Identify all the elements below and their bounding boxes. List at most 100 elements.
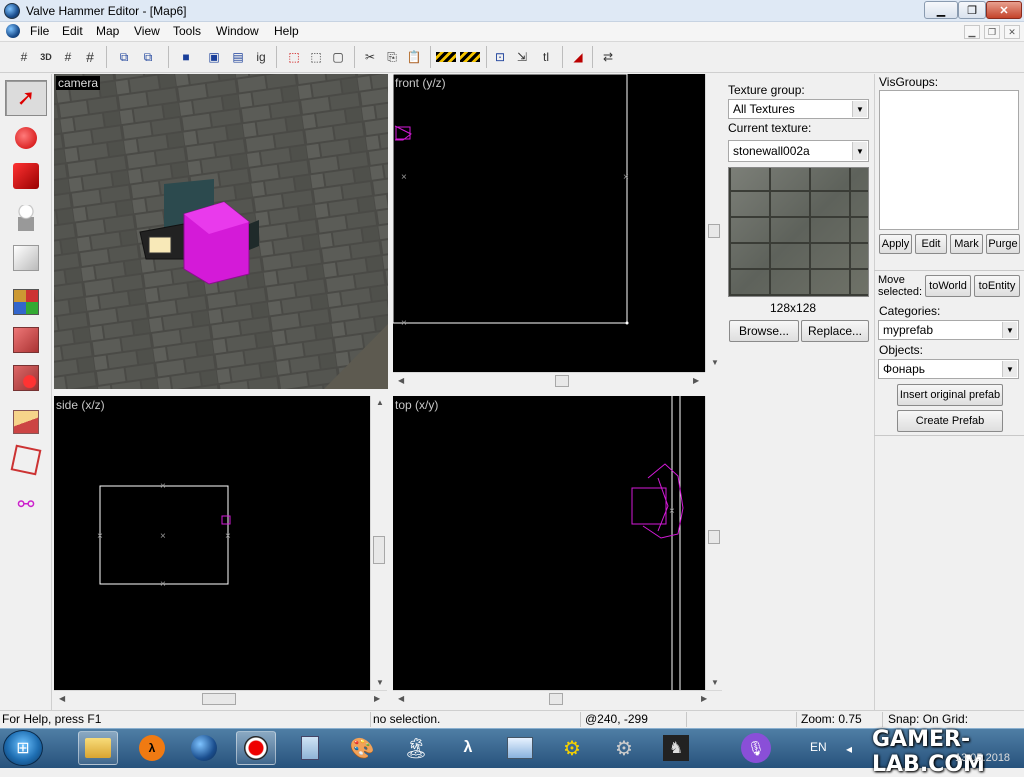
- decal-tool[interactable]: [5, 360, 47, 396]
- mdi-close-button[interactable]: ✕: [1004, 25, 1020, 39]
- taskbar-record[interactable]: [236, 731, 276, 765]
- menu-window[interactable]: Window: [214, 24, 261, 38]
- mdi-minimize-button[interactable]: ▁: [964, 25, 980, 39]
- taskbar-worldcraft[interactable]: [184, 731, 224, 765]
- hide-selected-icon[interactable]: ⬚: [284, 47, 304, 67]
- close-button[interactable]: ✕: [986, 1, 1022, 19]
- menu-tools[interactable]: Tools: [171, 24, 203, 38]
- group-icon[interactable]: ▣: [204, 47, 224, 67]
- magnify-tool[interactable]: [5, 120, 47, 156]
- taskbar-paint[interactable]: 🎨: [342, 731, 382, 765]
- taskbar-half-life[interactable]: λ: [132, 731, 172, 765]
- taskbar-microphone[interactable]: 🎙: [736, 731, 776, 765]
- texture-application-tool[interactable]: [5, 284, 47, 320]
- toggle-texlock-icon[interactable]: ⇲: [512, 47, 532, 67]
- menu-map[interactable]: Map: [94, 24, 121, 38]
- menu-file[interactable]: File: [28, 24, 51, 38]
- ungroup-icon[interactable]: ▤: [228, 47, 248, 67]
- menu-view[interactable]: View: [132, 24, 162, 38]
- apply-current-texture-tool[interactable]: [5, 322, 47, 358]
- entity-tool[interactable]: [5, 200, 47, 236]
- to-entity-button[interactable]: toEntity: [974, 275, 1020, 297]
- top-vertical-scrollbar[interactable]: ▼: [705, 396, 722, 690]
- save-window-state-icon[interactable]: ⧉: [138, 47, 158, 67]
- carve-icon[interactable]: ■: [176, 47, 196, 67]
- front-viewport-label: front (y/z): [395, 76, 446, 90]
- taskbar-calculator[interactable]: [290, 731, 330, 765]
- clipping-tool[interactable]: [5, 404, 47, 440]
- visgroup-purge-button[interactable]: Purge: [986, 234, 1020, 254]
- paste-icon[interactable]: 📋: [404, 47, 424, 67]
- ignore-groups-button[interactable]: ig: [251, 47, 271, 67]
- paint-icon: 🎨: [349, 737, 375, 760]
- side-vertical-scrollbar[interactable]: ▲ ▼: [370, 396, 387, 690]
- 3d-grid-icon[interactable]: 3D: [36, 47, 56, 67]
- explorer-folder-icon: [85, 738, 111, 758]
- objects-select[interactable]: Фонарь ▼: [878, 359, 1019, 379]
- taskbar-explorer[interactable]: [78, 731, 118, 765]
- document-icon[interactable]: [6, 24, 20, 38]
- insert-original-prefab-button[interactable]: Insert original prefab: [897, 384, 1003, 406]
- load-window-state-icon[interactable]: ⧉: [114, 47, 134, 67]
- replace-button[interactable]: Replace...: [801, 320, 869, 342]
- top-horizontal-scrollbar[interactable]: ◀ ▶: [393, 690, 722, 707]
- selection-box-icon[interactable]: ⊡: [490, 47, 510, 67]
- run-map-icon[interactable]: ◢: [568, 47, 588, 67]
- texture-group-select[interactable]: All Textures ▼: [728, 99, 869, 119]
- larger-grid-icon[interactable]: #: [80, 47, 100, 67]
- front-viewport[interactable]: × × × front (y/z): [393, 74, 705, 372]
- taskbar-control-panel[interactable]: [500, 731, 540, 765]
- smaller-grid-icon[interactable]: #: [58, 47, 78, 67]
- menu-edit[interactable]: Edit: [60, 24, 85, 38]
- current-texture-select[interactable]: stonewall002a ▼: [728, 140, 869, 162]
- menu-help[interactable]: Help: [272, 24, 301, 38]
- categories-select[interactable]: myprefab ▼: [878, 320, 1019, 340]
- quick-hide-icon[interactable]: ▢: [328, 47, 348, 67]
- visgroups-list[interactable]: [879, 90, 1019, 230]
- svg-text:×: ×: [160, 531, 166, 542]
- taskbar-wally[interactable]: ⚙: [552, 731, 592, 765]
- create-prefab-button[interactable]: Create Prefab: [897, 410, 1003, 432]
- entity-report-icon[interactable]: ⇄: [598, 47, 618, 67]
- texture-group-label: Texture group:: [728, 83, 805, 97]
- side-horizontal-scrollbar[interactable]: ◀ ▶: [54, 690, 387, 707]
- apply-current-texture-icon: [13, 327, 39, 353]
- front-horizontal-scrollbar[interactable]: ◀ ▶: [393, 372, 705, 389]
- to-world-button[interactable]: toWorld: [925, 275, 971, 297]
- minimize-button[interactable]: ▁: [924, 1, 958, 19]
- start-button[interactable]: ⊞: [3, 730, 43, 766]
- visgroup-edit-button[interactable]: Edit: [915, 234, 947, 254]
- taskbar-map-tool[interactable]: 🏝: [396, 731, 436, 765]
- camera-tool[interactable]: [5, 158, 47, 194]
- visgroup-apply-button[interactable]: Apply: [879, 234, 912, 254]
- visgroup-mark-button[interactable]: Mark: [950, 234, 983, 254]
- toolbar-separator: [486, 46, 487, 68]
- chevron-down-icon: ▼: [1002, 361, 1017, 377]
- vertex-manipulation-tool[interactable]: [5, 442, 47, 478]
- tray-chevron-icon[interactable]: ◂: [846, 742, 852, 756]
- texture-preview-image[interactable]: [728, 167, 869, 297]
- cut-icon[interactable]: ✂: [360, 47, 380, 67]
- mdi-restore-button[interactable]: ❐: [984, 25, 1000, 39]
- taskbar-counter-strike[interactable]: ♞: [656, 731, 696, 765]
- path-tool[interactable]: ⚯: [5, 486, 47, 522]
- taskbar-lambda[interactable]: λ: [448, 731, 488, 765]
- copy-icon[interactable]: ⎘: [382, 47, 402, 67]
- side-viewport[interactable]: × × × × × side (x/z): [54, 396, 370, 690]
- show-all-icon[interactable]: ⬚: [306, 47, 326, 67]
- texture-size-label: 128x128: [770, 301, 817, 315]
- block-tool[interactable]: [5, 240, 47, 276]
- browse-button[interactable]: Browse...: [729, 320, 799, 342]
- taskbar-settings[interactable]: ⚙: [604, 731, 644, 765]
- tl-button[interactable]: tl: [536, 47, 556, 67]
- maximize-button[interactable]: ❐: [958, 1, 986, 19]
- texture-lock-icon[interactable]: [436, 52, 456, 62]
- camera-viewport[interactable]: camera: [54, 74, 388, 389]
- selection-tool[interactable]: ➚: [5, 80, 47, 116]
- front-vertical-scrollbar[interactable]: ▼: [705, 74, 722, 372]
- objects-value: Фонарь: [883, 362, 926, 376]
- language-indicator[interactable]: EN: [810, 740, 827, 754]
- texture-app-icon[interactable]: [460, 52, 480, 62]
- grid-icon[interactable]: #: [14, 47, 34, 67]
- top-viewport[interactable]: × top (x/y): [393, 396, 705, 690]
